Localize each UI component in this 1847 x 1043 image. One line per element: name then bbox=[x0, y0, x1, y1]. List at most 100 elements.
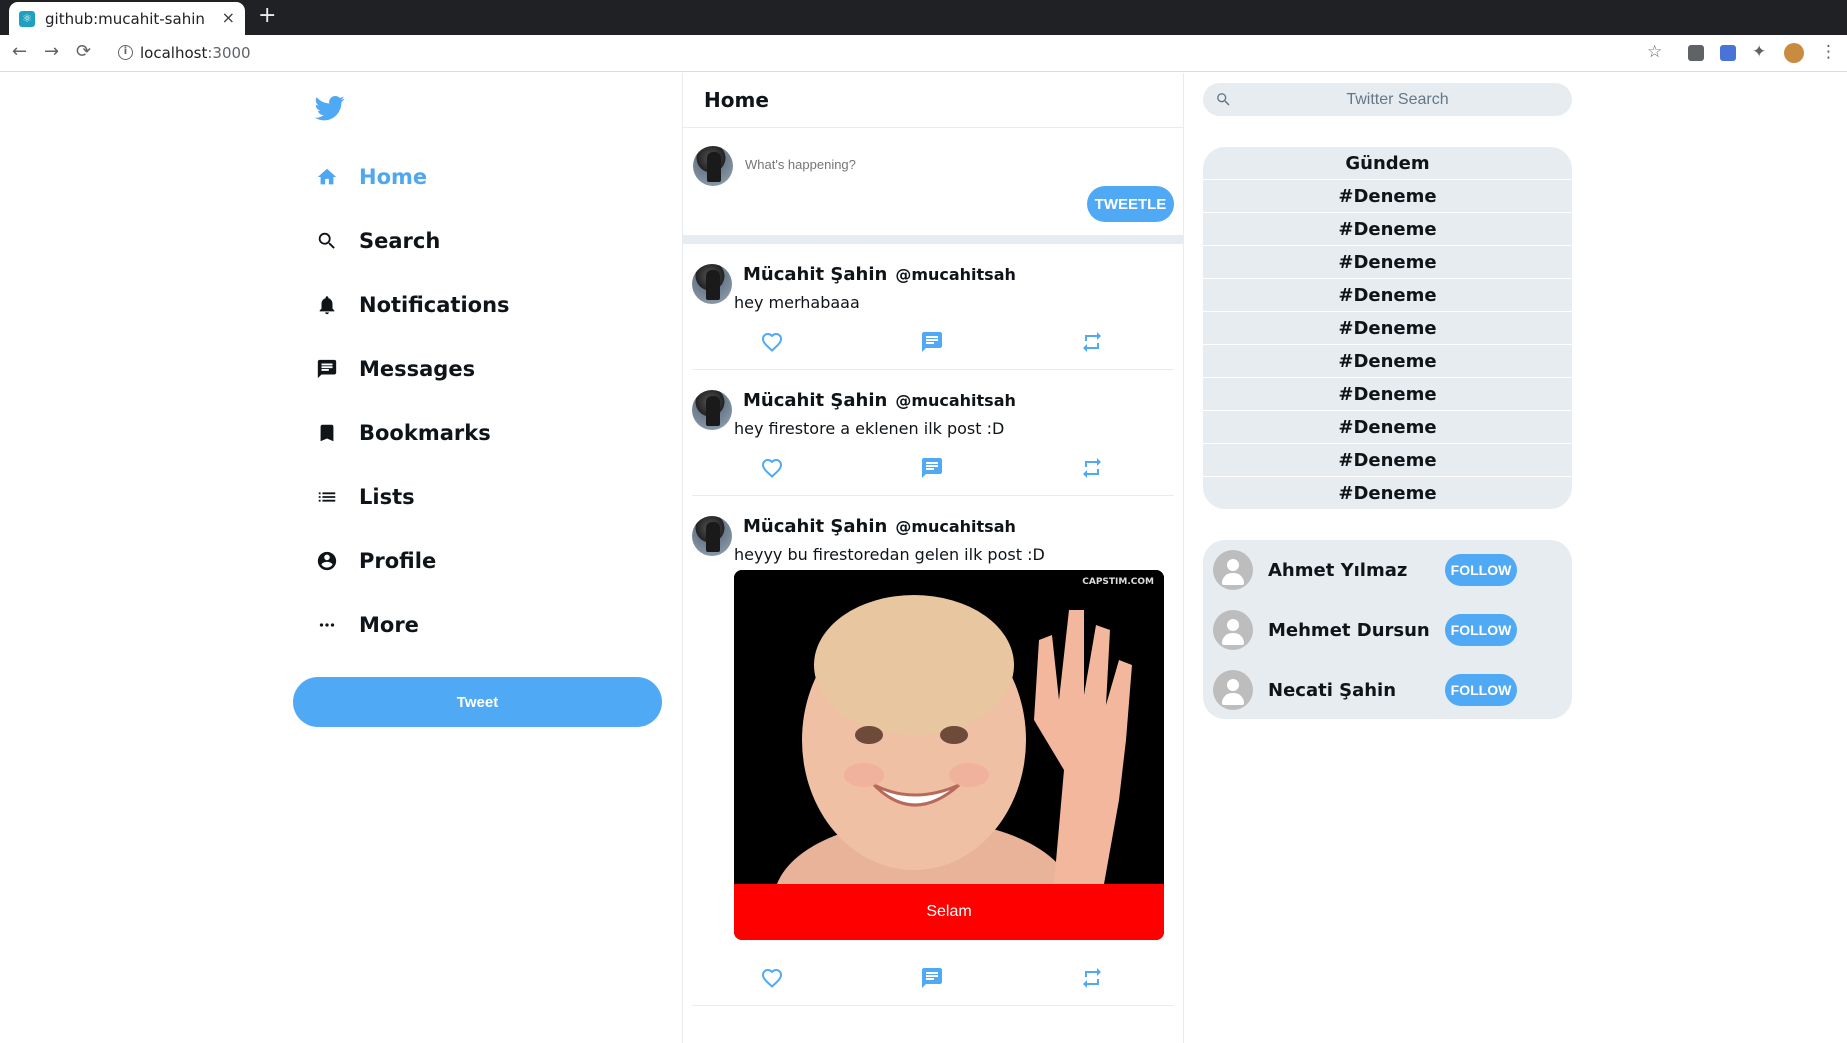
post-author-handle: @mucahitsah bbox=[895, 517, 1016, 536]
account-circle-icon bbox=[315, 549, 339, 573]
comment-icon[interactable] bbox=[920, 330, 944, 354]
post: Mücahit Şahin @mucahitsah hey merhabaaa bbox=[692, 244, 1174, 370]
sidebar-item-label: Lists bbox=[359, 485, 415, 509]
extension-c-icon[interactable] bbox=[1688, 45, 1704, 61]
trend-item[interactable]: #Deneme bbox=[1203, 444, 1572, 477]
retweet-icon[interactable] bbox=[1080, 966, 1104, 990]
retweet-icon[interactable] bbox=[1080, 330, 1104, 354]
profile-avatar-icon[interactable] bbox=[1784, 43, 1804, 63]
follow-button[interactable]: FOLLOW bbox=[1445, 674, 1517, 706]
trend-item[interactable]: #Deneme bbox=[1203, 213, 1572, 246]
translate-extension-icon[interactable] bbox=[1720, 45, 1736, 61]
sidebar-item-label: Notifications bbox=[359, 293, 510, 317]
post: Mücahit Şahin @mucahitsah hey firestore a… bbox=[692, 370, 1174, 496]
trend-item[interactable]: #Deneme bbox=[1203, 411, 1572, 444]
bookmark-star-icon[interactable]: ☆ bbox=[1647, 42, 1662, 62]
home-icon bbox=[315, 165, 339, 189]
back-arrow-icon[interactable]: ← bbox=[12, 41, 27, 62]
post-image[interactable]: CAPSTIM.COM Selam bbox=[734, 570, 1164, 940]
trend-item[interactable]: #Deneme bbox=[1203, 180, 1572, 213]
tweet-composer: TWEETLE bbox=[683, 128, 1183, 244]
feed-header: Home bbox=[683, 73, 1183, 128]
site-info-icon[interactable]: i bbox=[118, 45, 133, 60]
avatar[interactable] bbox=[692, 264, 732, 304]
new-tab-button[interactable]: + bbox=[258, 3, 276, 28]
trends-panel: Gündem #Deneme #Deneme #Deneme #Deneme #… bbox=[1203, 147, 1572, 509]
sidebar-item-notifications[interactable]: Notifications bbox=[315, 285, 510, 325]
trend-item[interactable]: #Deneme bbox=[1203, 345, 1572, 378]
like-heart-icon[interactable] bbox=[760, 330, 784, 354]
page-title: Home bbox=[704, 88, 769, 112]
search-icon bbox=[315, 229, 339, 253]
tab-title: github:mucahit-sahin bbox=[45, 9, 205, 28]
like-heart-icon[interactable] bbox=[760, 966, 784, 990]
left-sidebar: Home Search Notifications Messages Bookm… bbox=[290, 73, 670, 1043]
follow-button[interactable]: FOLLOW bbox=[1445, 614, 1517, 646]
sidebar-item-label: Search bbox=[359, 229, 441, 253]
comment-icon[interactable] bbox=[920, 456, 944, 480]
trend-item[interactable]: #Deneme bbox=[1203, 246, 1572, 279]
reload-icon[interactable]: ⟳ bbox=[76, 41, 91, 62]
trend-item[interactable]: #Deneme bbox=[1203, 378, 1572, 411]
tweet-button[interactable]: Tweet bbox=[293, 677, 662, 727]
trend-item[interactable]: #Deneme bbox=[1203, 279, 1572, 312]
browser-menu-icon[interactable]: ⋮ bbox=[1820, 42, 1837, 62]
comment-icon[interactable] bbox=[920, 966, 944, 990]
list-icon bbox=[315, 485, 339, 509]
post-author[interactable]: Mücahit Şahin @mucahitsah bbox=[743, 390, 1016, 411]
post-text: hey firestore a eklenen ilk post :D bbox=[734, 419, 1005, 438]
post-actions bbox=[692, 456, 1174, 480]
tweet-input[interactable] bbox=[745, 157, 1145, 172]
image-caption: Selam bbox=[926, 903, 972, 920]
avatar[interactable] bbox=[692, 390, 732, 430]
suggestion-name[interactable]: Ahmet Yılmaz bbox=[1268, 560, 1407, 581]
avatar[interactable] bbox=[1213, 550, 1253, 590]
sidebar-item-lists[interactable]: Lists bbox=[315, 477, 415, 517]
post-author-name: Mücahit Şahin bbox=[743, 516, 888, 537]
trend-item[interactable]: #Deneme bbox=[1203, 312, 1572, 345]
url-port: :3000 bbox=[207, 44, 251, 62]
search-bar[interactable] bbox=[1203, 83, 1572, 116]
post-author[interactable]: Mücahit Şahin @mucahitsah bbox=[743, 516, 1016, 537]
follow-suggestion: Necati Şahin FOLLOW bbox=[1213, 670, 1553, 710]
extensions-puzzle-icon[interactable]: ✦ bbox=[1752, 42, 1766, 62]
sidebar-item-bookmarks[interactable]: Bookmarks bbox=[315, 413, 491, 453]
more-icon bbox=[315, 613, 339, 637]
trend-item[interactable]: #Deneme bbox=[1203, 477, 1572, 509]
follow-button[interactable]: FOLLOW bbox=[1445, 554, 1517, 586]
avatar[interactable] bbox=[1213, 610, 1253, 650]
feed: Home TWEETLE Mücahit Şahin @mucahitsah he… bbox=[682, 73, 1184, 1043]
browser-tab[interactable]: ⚛ github:mucahit-sahin × bbox=[9, 2, 245, 35]
trends-title: Gündem bbox=[1203, 147, 1572, 180]
sidebar-item-profile[interactable]: Profile bbox=[315, 541, 436, 581]
tweetle-button[interactable]: TWEETLE bbox=[1087, 186, 1174, 222]
address-bar[interactable]: localhost:3000 bbox=[140, 44, 251, 62]
post: Mücahit Şahin @mucahitsah heyyy bu firest… bbox=[692, 496, 1174, 1006]
follow-suggestion: Ahmet Yılmaz FOLLOW bbox=[1213, 550, 1553, 590]
post-author-handle: @mucahitsah bbox=[895, 391, 1016, 410]
retweet-icon[interactable] bbox=[1080, 456, 1104, 480]
bookmark-icon bbox=[315, 421, 339, 445]
tab-close-icon[interactable]: × bbox=[222, 8, 235, 27]
message-icon bbox=[315, 357, 339, 381]
image-watermark: CAPSTIM.COM bbox=[1082, 577, 1154, 587]
like-heart-icon[interactable] bbox=[760, 456, 784, 480]
avatar[interactable] bbox=[1213, 670, 1253, 710]
twitter-logo-icon[interactable] bbox=[315, 93, 345, 123]
sidebar-item-label: Messages bbox=[359, 357, 476, 381]
post-author[interactable]: Mücahit Şahin @mucahitsah bbox=[743, 264, 1016, 285]
avatar[interactable] bbox=[692, 516, 732, 556]
right-sidebar: Gündem #Deneme #Deneme #Deneme #Deneme #… bbox=[1203, 73, 1573, 1043]
sidebar-item-search[interactable]: Search bbox=[315, 221, 440, 261]
suggestion-name[interactable]: Necati Şahin bbox=[1268, 680, 1396, 701]
forward-arrow-icon[interactable]: → bbox=[44, 41, 59, 62]
suggestion-name[interactable]: Mehmet Dursun bbox=[1268, 620, 1430, 641]
sidebar-item-more[interactable]: More bbox=[315, 605, 419, 645]
search-input[interactable] bbox=[1203, 83, 1572, 116]
sidebar-item-home[interactable]: Home bbox=[315, 157, 427, 197]
browser-tab-strip: ⚛ github:mucahit-sahin × + bbox=[0, 0, 1847, 35]
post-author-name: Mücahit Şahin bbox=[743, 390, 888, 411]
sidebar-item-label: Home bbox=[359, 165, 428, 189]
sidebar-item-label: More bbox=[359, 613, 419, 637]
sidebar-item-messages[interactable]: Messages bbox=[315, 349, 475, 389]
